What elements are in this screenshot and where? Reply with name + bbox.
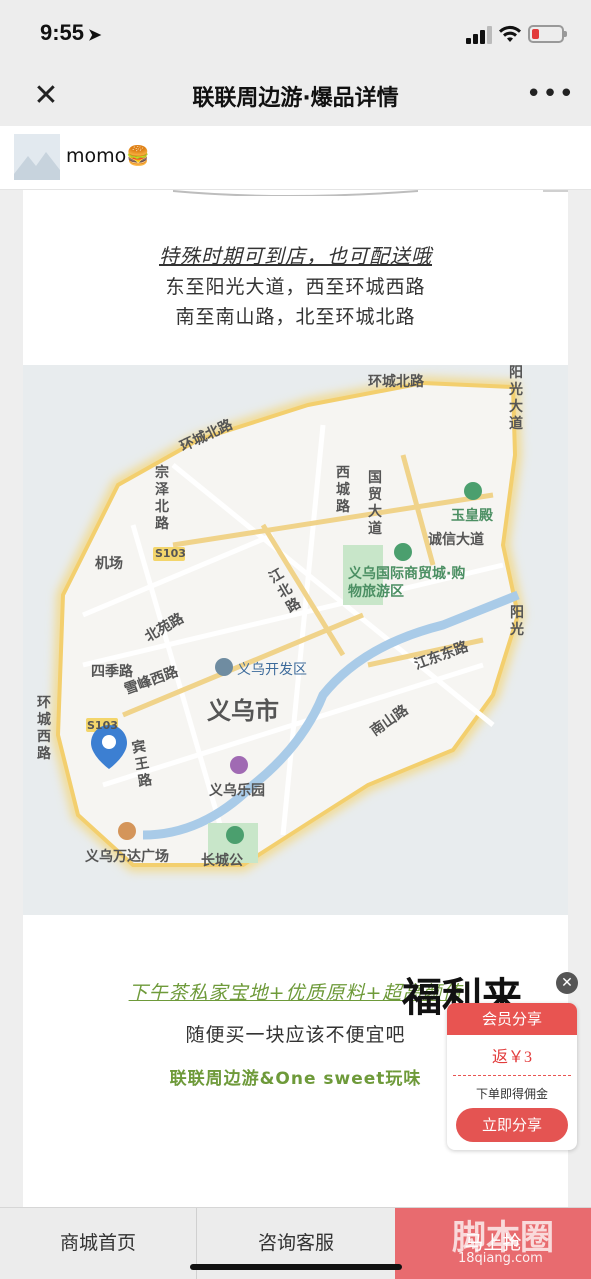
map-label-intl-trade-city: 义乌国际商贸城·购物旅游区 (348, 566, 466, 600)
delivery-range-east-west: 东至阳光大道，西至环城西路 (165, 276, 426, 298)
tab-mall-home[interactable]: 商城首页 (0, 1208, 196, 1279)
avatar[interactable] (14, 134, 60, 180)
delivery-range-south-north: 南至南山路，北至环城北路 (175, 306, 416, 328)
location-arrow-icon: ➤ (88, 27, 102, 44)
map-label-jichang: 机场 (95, 556, 123, 572)
wifi-icon (499, 25, 521, 42)
map-label-yangguang-right: 阳光 (510, 605, 524, 638)
map-label-city: 义乌市 (207, 697, 279, 725)
delivery-note: 特殊时期可到店，也可配送哦 (159, 244, 432, 268)
battery-icon (528, 25, 567, 43)
page-title: 联联周边游·爆品详情 (192, 86, 399, 111)
map-label-yangguang-dadao: 阳光大道 (509, 365, 523, 432)
share-now-button[interactable]: 立即分享 (456, 1108, 568, 1142)
profile-name[interactable]: momo🍔 (66, 144, 150, 167)
map-label-changcheng: 长城公 (201, 853, 243, 869)
status-time: 9:55 ➤ (40, 20, 101, 46)
map-label-yuhuangdian: 玉皇殿 (451, 508, 493, 524)
map-label-guomao-dadao: 国贸大道 (368, 470, 382, 537)
share-widget: 会员分享 返￥3 下单即得佣金 立即分享 (447, 1003, 577, 1150)
cellular-signal-icon (466, 26, 492, 44)
map-label-kaifaqu: 义乌开发区 (237, 662, 307, 678)
map-label-leyuan: 义乌乐园 (209, 783, 265, 799)
map-shapes (23, 365, 568, 915)
mountain-image-icon (14, 134, 60, 180)
share-close-icon[interactable]: ✕ (556, 972, 578, 994)
map-label-s103-2: S103 (87, 719, 118, 732)
nav-bar: ✕ 联联周边游·爆品详情 ••• (0, 66, 591, 126)
profile-bar: momo🍔 (0, 126, 591, 190)
home-indicator (190, 1264, 402, 1270)
share-divider (453, 1075, 571, 1076)
status-bar: 9:55 ➤ (0, 0, 591, 66)
map-label-huancheng-xilu: 环城西路 (37, 695, 51, 762)
watermark-url: 18qiang.com (458, 1251, 543, 1266)
map-label-wanda: 义乌万达广场 (85, 849, 169, 865)
map-label-xicheng-lu: 西城路 (336, 465, 350, 515)
share-widget-title: 会员分享 (447, 1003, 577, 1035)
map-label-zongze-bei: 宗泽北路 (155, 465, 169, 532)
image-top-strip (173, 190, 568, 196)
battery-level (532, 29, 539, 39)
delivery-area-map: 环城北路 阳光大道 环城北路 宗泽北路 西城路 国贸大道 玉皇殿 诚信大道 机场… (23, 365, 568, 915)
share-commission-note: 下单即得佣金 (475, 1087, 548, 1101)
map-label-chengxin-dadao: 诚信大道 (428, 532, 484, 548)
more-icon[interactable]: ••• (526, 76, 574, 112)
time-text: 9:55 (40, 20, 85, 45)
share-rebate-amount: 返￥3 (491, 1049, 532, 1066)
map-label-huancheng-bei-top: 环城北路 (368, 374, 424, 390)
map-label-s103: S103 (155, 547, 186, 560)
